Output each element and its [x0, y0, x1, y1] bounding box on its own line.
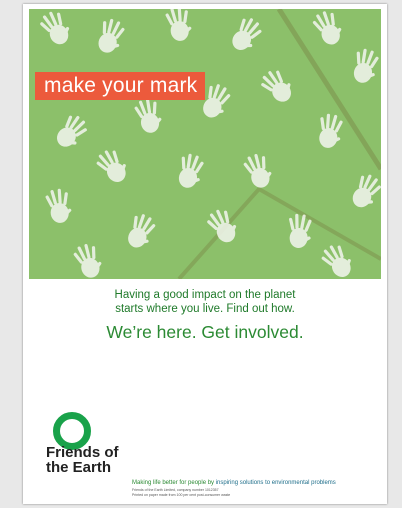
- banner-label: make your mark: [35, 72, 206, 100]
- footer-legal-line-2: Printed on paper made from 100 per cent …: [132, 493, 231, 497]
- logo-line-2: the Earth: [46, 459, 112, 476]
- handprints-pattern: [36, 9, 381, 279]
- tagline-line-2: starts where you live. Find out how.: [115, 303, 295, 315]
- footer-slogan: Making life better for people by inspiri…: [132, 480, 336, 486]
- tagline-line-1: Having a good impact on the planet: [114, 289, 296, 301]
- tagline: Having a good impact on the planet start…: [23, 288, 387, 316]
- footer-slogan-part-1: Making life better for people by: [132, 480, 216, 486]
- hero-handprints-image: make your mark: [29, 9, 381, 279]
- logo-wordmark: Friends of the Earth: [46, 445, 119, 475]
- logo-line-1: Friends of: [46, 444, 119, 461]
- footer-legal: Friends of the Earth Limited, company nu…: [132, 488, 230, 498]
- call-to-action: We’re here. Get involved.: [106, 322, 304, 342]
- footer-slogan-part-2: inspiring solutions to environmental pro…: [215, 480, 336, 486]
- poster: make your mark Having a good impact on t…: [23, 4, 387, 504]
